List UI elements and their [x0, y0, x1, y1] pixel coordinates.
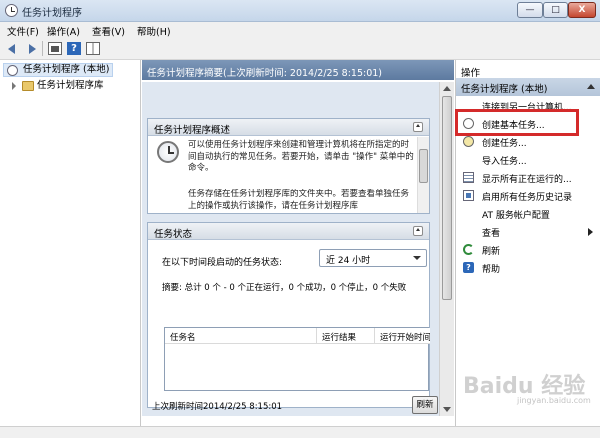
overview-section: 任务计划程序概述 可以使用任务计划程序来创建和管理计算机将在所指定的时间自动执行… [147, 118, 430, 214]
status-period-select[interactable]: 近 24 小时 [319, 249, 427, 267]
clock-icon [5, 4, 18, 17]
refresh-icon [463, 244, 474, 255]
scroll-down-icon[interactable] [443, 407, 451, 412]
action-import-task[interactable]: 导入任务... [456, 151, 600, 169]
column-header-run-start[interactable]: 运行开始时间 [375, 328, 430, 344]
clock-icon [7, 65, 18, 76]
scroll-up-icon[interactable] [443, 86, 451, 91]
overview-title: 任务计划程序概述 [154, 125, 231, 136]
menu-action[interactable]: 操作(A) [47, 24, 80, 38]
summary-header: 任务计划程序摘要(上次刷新时间: 2014/2/25 8:15:01) [142, 60, 454, 80]
task-status-section: 任务状态 在以下时间段启动的任务状态: 近 24 小时 摘要: 总计 0 个 -… [147, 222, 430, 408]
task-status-title: 任务状态 [154, 229, 193, 240]
forward-arrow-icon[interactable] [24, 42, 38, 55]
status-period-value: 近 24 小时 [326, 256, 371, 266]
action-label: AT 服务帐户配置 [482, 211, 550, 221]
action-enable-history[interactable]: 启用所有任务历史记录 [456, 187, 600, 205]
actions-subheader[interactable]: 任务计划程序 (本地) [456, 78, 600, 96]
action-refresh[interactable]: 刷新 [456, 241, 600, 259]
action-help[interactable]: ? 帮助 [456, 259, 600, 277]
window-title: 任务计划程序 [22, 8, 82, 19]
summary-pane: 任务计划程序摘要(上次刷新时间: 2014/2/25 8:15:01) 任务计划… [142, 60, 454, 426]
scroll-thumb[interactable] [442, 96, 452, 300]
scroll-thumb[interactable] [419, 149, 428, 183]
expand-arrow-icon[interactable] [12, 82, 16, 90]
action-view[interactable]: 查看 [456, 223, 600, 241]
menu-view[interactable]: 查看(V) [92, 24, 125, 38]
column-header-task-name[interactable]: 任务名 [165, 328, 317, 344]
annotation-highlight-box [455, 109, 579, 136]
collapse-icon[interactable] [587, 84, 595, 89]
toolbar: ? [0, 38, 600, 60]
minimize-button[interactable]: — [517, 2, 543, 18]
help-icon[interactable]: ? [67, 42, 81, 55]
tree-item-task-scheduler-local[interactable]: 任务计划程序 (本地) [3, 63, 114, 77]
action-label: 查看 [482, 229, 501, 239]
action-label: 显示所有正在运行的... [482, 175, 572, 185]
collapse-icon[interactable] [413, 226, 423, 236]
action-label: 刷新 [482, 247, 501, 257]
folder-icon [22, 81, 34, 91]
last-refresh-text: 上次刷新时间2014/2/25 8:15:01 [152, 402, 283, 412]
title-bar: 任务计划程序 — □ X [0, 0, 600, 22]
action-label: 帮助 [482, 265, 501, 275]
chevron-right-icon [588, 228, 593, 236]
actions-subheader-label: 任务计划程序 (本地) [461, 84, 548, 95]
task-status-table[interactable]: 任务名 运行结果 运行开始时间 [164, 327, 430, 391]
actions-header: 操作 [456, 60, 600, 79]
summary-body: 任务计划程序概述 可以使用任务计划程序来创建和管理计算机将在所指定的时间自动执行… [142, 82, 439, 416]
overview-scrollbar[interactable] [417, 137, 429, 213]
menu-help[interactable]: 帮助(H) [137, 24, 171, 38]
status-bar [0, 426, 600, 438]
tree-item-label: 任务计划程序 (本地) [23, 64, 110, 75]
show-hide-action-pane-icon[interactable] [86, 42, 100, 55]
overview-section-header[interactable]: 任务计划程序概述 [148, 119, 429, 136]
menu-file[interactable]: 文件(F) [7, 24, 39, 38]
refresh-button[interactable]: 刷新 [412, 396, 438, 414]
action-label: 创建任务... [482, 139, 527, 149]
collapse-icon[interactable] [413, 122, 423, 132]
console-tree: 任务计划程序 (本地) 任务计划程序库 [0, 60, 141, 426]
toolbar-separator [42, 41, 43, 56]
task-status-section-header[interactable]: 任务状态 [148, 223, 429, 240]
baidu-watermark-url: jingyan.baidu.com [517, 396, 591, 405]
action-label: 导入任务... [482, 157, 527, 167]
chevron-down-icon [413, 256, 421, 260]
column-header-run-result[interactable]: 运行结果 [317, 328, 375, 344]
help-icon: ? [463, 262, 474, 273]
log-icon [463, 190, 474, 201]
back-arrow-icon[interactable] [7, 42, 21, 55]
action-show-running[interactable]: 显示所有正在运行的... [456, 169, 600, 187]
clock-icon [157, 141, 179, 163]
summary-scrollbar[interactable] [439, 82, 454, 416]
status-period-label: 在以下时间段启动的任务状态: [162, 258, 283, 268]
close-button[interactable]: X [568, 2, 596, 18]
action-at-service-config[interactable]: AT 服务帐户配置 [456, 205, 600, 223]
menu-bar: 文件(F) 操作(A) 查看(V) 帮助(H) [0, 22, 600, 38]
overview-text-2: 任务存储在任务计划程序库的文件夹中。若要查看单独任务上的操作或执行该操作，请在任… [188, 189, 410, 211]
status-summary: 摘要: 总计 0 个 - 0 个正在运行，0 个成功，0 个停止，0 个失败 [162, 283, 407, 293]
overview-text: 可以使用任务计划程序来创建和管理计算机将在所指定的时间自动执行的常见任务。若要开… [188, 140, 414, 173]
list-icon [463, 172, 474, 183]
tree-item-task-library[interactable]: 任务计划程序库 [10, 80, 104, 94]
maximize-button[interactable]: □ [543, 2, 568, 18]
create-task-icon [463, 136, 474, 147]
tree-item-label: 任务计划程序库 [37, 80, 104, 91]
show-hide-console-tree-icon[interactable] [48, 42, 62, 55]
action-label: 启用所有任务历史记录 [482, 193, 573, 203]
